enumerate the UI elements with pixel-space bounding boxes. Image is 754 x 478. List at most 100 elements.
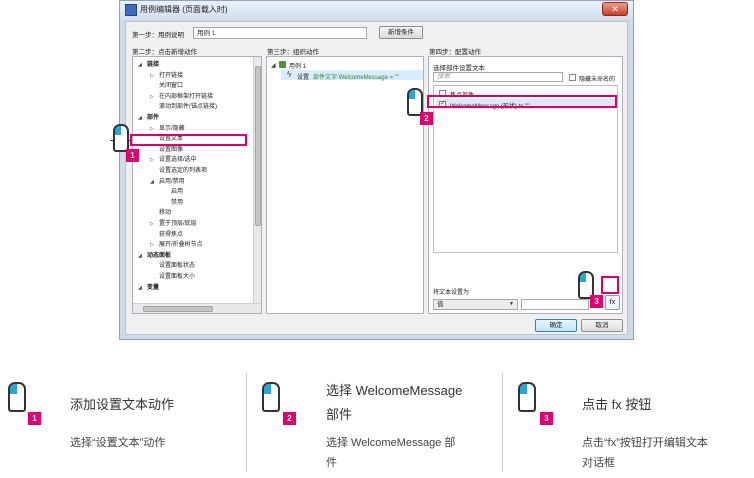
tree-vertical-scrollbar[interactable] — [253, 57, 261, 303]
collapsed-arrow-icon[interactable]: ▷ — [150, 125, 159, 133]
legend-desc-3-line2: 对话框 — [582, 457, 615, 469]
legend-title-3: 点击 fx 按钮 — [582, 397, 652, 412]
case-name-input[interactable]: 用例 1 — [193, 27, 367, 39]
action-detail: 部件文字 WelcomeMessage = "" — [313, 75, 400, 81]
tree-item[interactable]: ▷ 显示/隐藏 — [150, 125, 185, 133]
tree-item-label: 设置选择/选中 — [159, 157, 197, 164]
legend-mouse-button-3 — [520, 384, 527, 394]
collapsed-arrow-icon[interactable]: ▷ — [150, 72, 159, 80]
case-expand-arrow[interactable]: ◢ — [271, 62, 276, 69]
highlight-set-text — [130, 134, 247, 146]
hide-unnamed-checkbox[interactable] — [569, 74, 576, 81]
select-widget-label: 选择部件设置文本 — [433, 65, 485, 72]
tree-item[interactable]: ◢ 部件 — [138, 114, 159, 122]
tree-item[interactable]: ▷ 打开链接 — [150, 72, 183, 80]
fx-button[interactable]: fx — [605, 295, 620, 310]
tree-hscroll-thumb[interactable] — [143, 306, 213, 312]
tree-item[interactable]: ▷ 在内部框架打开链接 — [150, 93, 213, 101]
tree-item[interactable]: 设置面板大小 — [150, 273, 195, 281]
tree-item[interactable]: 获得焦点 — [150, 231, 183, 239]
tree-item-label: 设置面板大小 — [159, 274, 196, 280]
value-type-select[interactable]: 值 ▼ — [433, 299, 518, 310]
legend-title-2-line2: 部件 — [326, 407, 353, 422]
tree-item-label: 滚动到部件(锚点链接) — [159, 104, 217, 111]
tree-item-label: 启用/禁用 — [159, 178, 185, 185]
actions-tree: ◢ 链接 ▷ 打开链接 关闭窗口 ▷ 在内部框架打开链接 滚动到部件(锚点链接) ◢ 部件 ▷ 显示/… — [133, 57, 253, 303]
tree-item[interactable]: 禁用 — [162, 199, 183, 207]
legend-badge-1: 1 — [28, 412, 41, 425]
legend-mouse-icon-2 — [262, 382, 280, 412]
widget-list: 焦点部件 ✓ WelcomeMessage (形状) to "" — [433, 85, 618, 253]
legend-title-1: 添加设置文本动作 — [70, 397, 175, 412]
tree-horizontal-scrollbar[interactable] — [133, 303, 261, 313]
legend-mouse-button-1 — [10, 384, 17, 394]
collapsed-arrow-icon[interactable]: ▷ — [150, 220, 159, 228]
mouse-button-1 — [115, 126, 121, 135]
expanded-arrow-icon[interactable]: ◢ — [138, 61, 147, 69]
title-bar[interactable]: 用例编辑器 (页面载入时) ✕ — [120, 1, 633, 19]
step2-label: 第二步：点击新增动作 — [132, 49, 197, 56]
tree-item-label: 在内部框架打开链接 — [159, 93, 214, 100]
tree-item-label: 获得焦点 — [159, 231, 184, 238]
tree-item[interactable]: ▷ 设置选择/选中 — [150, 156, 197, 164]
widget-search-input[interactable]: 搜索 — [433, 72, 563, 82]
step4-label: 第四步：配置动作 — [429, 49, 481, 56]
expanded-arrow-icon[interactable]: ◢ — [138, 252, 147, 260]
tree-item[interactable]: ◢ 动态面板 — [138, 252, 171, 260]
value-type-text: 值 — [437, 301, 444, 308]
tree-item-label: 设置面板状态 — [159, 263, 196, 270]
tree-item[interactable]: ◢ 链接 — [138, 61, 159, 69]
case-icon — [279, 61, 286, 68]
expanded-arrow-icon[interactable]: ◢ — [138, 284, 147, 292]
tree-item-label: 打开链接 — [159, 72, 184, 79]
tree-item[interactable]: 关闭窗口 — [150, 82, 183, 90]
collapsed-arrow-icon[interactable]: ▷ — [150, 93, 159, 101]
dialog-client-area: 第一步：用例说明 用例 1 新增条件 第二步：点击新增动作 第三步：组织动作 第… — [125, 21, 628, 335]
legend-mouse-icon-3 — [518, 382, 536, 412]
collapsed-arrow-icon[interactable]: ▷ — [150, 241, 159, 249]
cancel-button[interactable]: 取消 — [581, 319, 623, 332]
tree-item[interactable]: 启用 — [162, 188, 183, 196]
legend-title-2-line1: 选择 WelcomeMessage — [326, 383, 463, 398]
tree-item[interactable]: ◢ 启用/禁用 — [150, 178, 185, 186]
actions-tree-panel: ◢ 链接 ▷ 打开链接 关闭窗口 ▷ 在内部框架打开链接 滚动到部件(锚点链接) ◢ 部件 ▷ 显示/… — [132, 56, 262, 314]
tree-item[interactable]: ▷ 展开/折叠树节点 — [150, 241, 203, 249]
legend-strip: 1 添加设置文本动作 选择“设置文本”动作 2 选择 WelcomeMessag… — [0, 372, 754, 478]
step-badge-2: 2 — [420, 112, 433, 125]
tree-item[interactable]: 设置面板状态 — [150, 262, 195, 270]
case-editor-dialog: 用例编辑器 (页面载入时) ✕ 第一步：用例说明 用例 1 新增条件 第二步：点… — [119, 0, 634, 340]
case-label[interactable]: 用例 1 — [289, 61, 306, 70]
tree-item[interactable]: ◢ 变量 — [138, 284, 159, 292]
legend-desc-1: 选择“设置文本”动作 — [70, 437, 166, 449]
highlight-welcomemessage — [427, 95, 617, 108]
tree-item[interactable]: 移动 — [150, 209, 171, 217]
step-badge-1: 1 — [126, 149, 139, 162]
tree-item[interactable]: 滚动到部件(锚点链接) — [150, 103, 217, 111]
tree-item[interactable]: 设置图像 — [150, 146, 183, 154]
ok-button[interactable]: 确定 — [535, 319, 577, 332]
tree-item[interactable]: 设置选定的列表项 — [150, 167, 207, 175]
mouse-icon-1 — [113, 124, 129, 152]
tree-item[interactable]: ▷ 置于顶层/底层 — [150, 220, 197, 228]
window-title: 用例编辑器 (页面载入时) — [140, 5, 228, 14]
expanded-arrow-icon[interactable]: ◢ — [150, 178, 159, 186]
step-badge-3: 3 — [590, 295, 603, 308]
dropdown-arrow-icon: ▼ — [509, 301, 514, 307]
tree-item-label: 设置选定的列表项 — [159, 168, 208, 174]
tree-item-label: 展开/折叠树节点 — [159, 242, 203, 249]
tree-item-label: 置于顶层/底层 — [159, 221, 197, 227]
tree-item-label: 启用 — [171, 189, 184, 196]
tree-item-label: 动态面板 — [147, 252, 172, 259]
step1-label: 第一步：用例说明 — [132, 32, 184, 39]
tree-scroll-thumb[interactable] — [255, 66, 261, 226]
tree-item-label: 链接 — [147, 62, 160, 68]
close-button[interactable]: ✕ — [602, 2, 628, 16]
text-value-input[interactable] — [521, 299, 589, 310]
add-condition-button[interactable]: 新增条件 — [379, 26, 423, 39]
hide-unnamed-label: 隐藏未命名的 — [579, 77, 616, 83]
expanded-arrow-icon[interactable]: ◢ — [138, 114, 147, 122]
action-prefix: 设置 — [297, 75, 310, 81]
organize-actions-panel: ◢ 用例 1 ϟ 设置 部件文字 WelcomeMessage = "" — [266, 56, 424, 314]
collapsed-arrow-icon[interactable]: ▷ — [150, 156, 159, 164]
legend-desc-3-line1: 点击“fx”按钮打开编辑文本 — [582, 437, 708, 449]
